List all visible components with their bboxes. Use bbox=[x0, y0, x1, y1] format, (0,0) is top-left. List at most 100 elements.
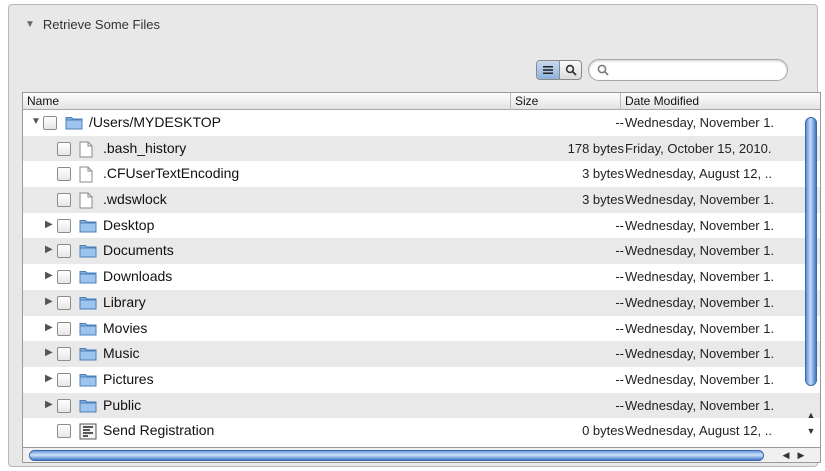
row-size: -- bbox=[615, 294, 624, 310]
toolbar bbox=[536, 59, 788, 81]
disclosure-collapsed-icon[interactable]: ▶ bbox=[45, 347, 53, 358]
row-size: -- bbox=[615, 217, 624, 233]
scroll-right-arrow-icon[interactable]: ▶ bbox=[794, 449, 808, 462]
disclosure-collapsed-icon[interactable]: ▶ bbox=[45, 270, 53, 281]
row-name: Movies bbox=[103, 319, 148, 336]
vertical-scrollbar[interactable]: ▲ ▼ bbox=[804, 112, 818, 447]
file-icon bbox=[79, 192, 93, 212]
column-header-name[interactable]: Name bbox=[23, 93, 510, 110]
row-name: Downloads bbox=[103, 268, 173, 285]
table-row[interactable]: ▶ Movies -- Wednesday, November 1. bbox=[23, 316, 820, 342]
search-icon bbox=[597, 64, 609, 76]
scroll-up-arrow-icon[interactable]: ▲ bbox=[804, 408, 818, 422]
table-header: Name Size Date Modified bbox=[23, 93, 820, 110]
row-date-modified: Wednesday, November 1. bbox=[625, 269, 775, 285]
row-date-modified: Wednesday, November 1. bbox=[625, 243, 775, 259]
row-name: Pictures bbox=[103, 370, 154, 387]
application-icon bbox=[79, 423, 97, 443]
folder-icon bbox=[79, 372, 97, 390]
table-row[interactable]: ▶ Downloads -- Wednesday, November 1. bbox=[23, 264, 820, 290]
table-row[interactable]: ▶ Desktop -- Wednesday, November 1. bbox=[23, 213, 820, 239]
file-browser-table: Name Size Date Modified ▼ /Users/MYDESKTO… bbox=[22, 92, 821, 448]
table-row[interactable]: .bash_history 178 bytes Friday, October 15… bbox=[23, 135, 820, 162]
row-checkbox[interactable] bbox=[57, 372, 71, 387]
disclosure-expanded-icon[interactable]: ▼ bbox=[31, 116, 41, 127]
row-date-modified: Wednesday, November 1. bbox=[625, 397, 775, 413]
row-size: 3 bytes bbox=[582, 166, 624, 182]
row-date-modified: Wednesday, November 1. bbox=[625, 192, 775, 208]
row-name: /Users/MYDESKTOP bbox=[89, 114, 221, 130]
row-checkbox[interactable] bbox=[57, 167, 71, 182]
row-date-modified: Wednesday, November 1. bbox=[625, 346, 775, 362]
row-checkbox[interactable] bbox=[57, 295, 71, 310]
disclosure-collapsed-icon[interactable]: ▶ bbox=[45, 244, 53, 255]
row-date-modified: Wednesday, November 1. bbox=[625, 320, 775, 336]
table-row[interactable]: ▶ Pictures -- Wednesday, November 1. bbox=[23, 367, 820, 393]
row-size: -- bbox=[615, 346, 624, 362]
row-date-modified: Wednesday, November 1. bbox=[625, 115, 775, 130]
disclosure-collapsed-icon[interactable]: ▶ bbox=[45, 322, 53, 333]
folder-icon bbox=[79, 218, 97, 236]
row-name: Desktop bbox=[103, 216, 155, 233]
row-checkbox[interactable] bbox=[57, 424, 71, 439]
row-size: -- bbox=[615, 115, 624, 130]
search-field[interactable] bbox=[588, 59, 788, 81]
row-checkbox[interactable] bbox=[57, 321, 71, 336]
row-size: 178 bytes bbox=[567, 140, 624, 156]
scroll-down-arrow-icon[interactable]: ▼ bbox=[804, 424, 818, 438]
table-row[interactable]: .CFUserTextEncoding 3 bytes Wednesday, Aug… bbox=[23, 161, 820, 187]
list-view-button[interactable] bbox=[537, 61, 559, 79]
scroll-left-arrow-icon[interactable]: ◀ bbox=[779, 449, 793, 462]
row-checkbox[interactable] bbox=[57, 244, 71, 259]
table-row[interactable]: ▶ Library -- Wednesday, November 1. bbox=[23, 289, 820, 316]
disclosure-collapsed-icon[interactable]: ▶ bbox=[45, 373, 53, 384]
table-row[interactable]: .wdswlock 3 bytes Wednesday, November 1. bbox=[23, 187, 820, 213]
disclosure-triangle-icon[interactable]: ▼ bbox=[25, 19, 35, 30]
column-header-date-modified[interactable]: Date Modified bbox=[620, 93, 820, 110]
table-row[interactable]: ▼ /Users/MYDESKTOP -- Wednesday, November 1… bbox=[23, 110, 820, 136]
row-name: Send Registration bbox=[103, 422, 215, 439]
row-size: -- bbox=[615, 269, 624, 285]
search-input[interactable] bbox=[614, 63, 784, 77]
column-header-size[interactable]: Size bbox=[510, 93, 620, 110]
file-icon bbox=[79, 141, 93, 161]
row-checkbox[interactable] bbox=[43, 116, 57, 130]
table-row[interactable]: ▶ Music -- Wednesday, November 1. bbox=[23, 341, 820, 367]
row-date-modified: Wednesday, November 1. bbox=[625, 217, 775, 233]
row-date-modified: Wednesday, August 12, .. bbox=[625, 423, 772, 439]
disclosure-collapsed-icon[interactable]: ▶ bbox=[45, 219, 53, 230]
folder-icon bbox=[79, 269, 97, 287]
folder-icon bbox=[79, 346, 97, 364]
section-title: Retrieve Some Files bbox=[42, 16, 160, 32]
row-checkbox[interactable] bbox=[57, 398, 71, 413]
row-checkbox[interactable] bbox=[57, 218, 71, 233]
row-checkbox[interactable] bbox=[57, 193, 71, 208]
folder-icon bbox=[79, 243, 97, 261]
row-checkbox[interactable] bbox=[57, 347, 71, 362]
row-name: Documents bbox=[103, 242, 174, 259]
row-checkbox[interactable] bbox=[57, 141, 71, 156]
search-view-button[interactable] bbox=[559, 61, 581, 79]
table-row[interactable]: ▶ Public -- Wednesday, November 1. bbox=[23, 392, 820, 419]
folder-icon bbox=[79, 321, 97, 339]
row-name: Public bbox=[103, 396, 142, 413]
row-size: 3 bytes bbox=[582, 192, 624, 208]
row-size: -- bbox=[615, 371, 624, 387]
file-icon bbox=[79, 166, 93, 186]
row-size: 0 bytes bbox=[582, 423, 624, 439]
folder-icon bbox=[79, 295, 97, 313]
table-row[interactable]: Send Registration 0 bytes Wednesday, Augus… bbox=[23, 418, 820, 444]
row-checkbox[interactable] bbox=[57, 270, 71, 285]
disclosure-collapsed-icon[interactable]: ▶ bbox=[45, 296, 53, 307]
vertical-scroll-thumb[interactable] bbox=[805, 117, 817, 386]
section-header[interactable]: ▼ Retrieve Some Files bbox=[25, 15, 160, 33]
horizontal-scroll-thumb[interactable] bbox=[29, 450, 764, 461]
table-row[interactable]: ▶ Documents -- Wednesday, November 1. bbox=[23, 238, 820, 265]
disclosure-collapsed-icon[interactable]: ▶ bbox=[45, 399, 53, 410]
row-size: -- bbox=[615, 320, 624, 336]
row-size: -- bbox=[615, 397, 624, 413]
horizontal-scrollbar[interactable]: ◀ ▶ bbox=[22, 448, 821, 463]
row-date-modified: Wednesday, November 1. bbox=[625, 371, 775, 387]
view-mode-segmented-control[interactable] bbox=[536, 60, 582, 80]
row-date-modified: Wednesday, November 1. bbox=[625, 294, 775, 310]
